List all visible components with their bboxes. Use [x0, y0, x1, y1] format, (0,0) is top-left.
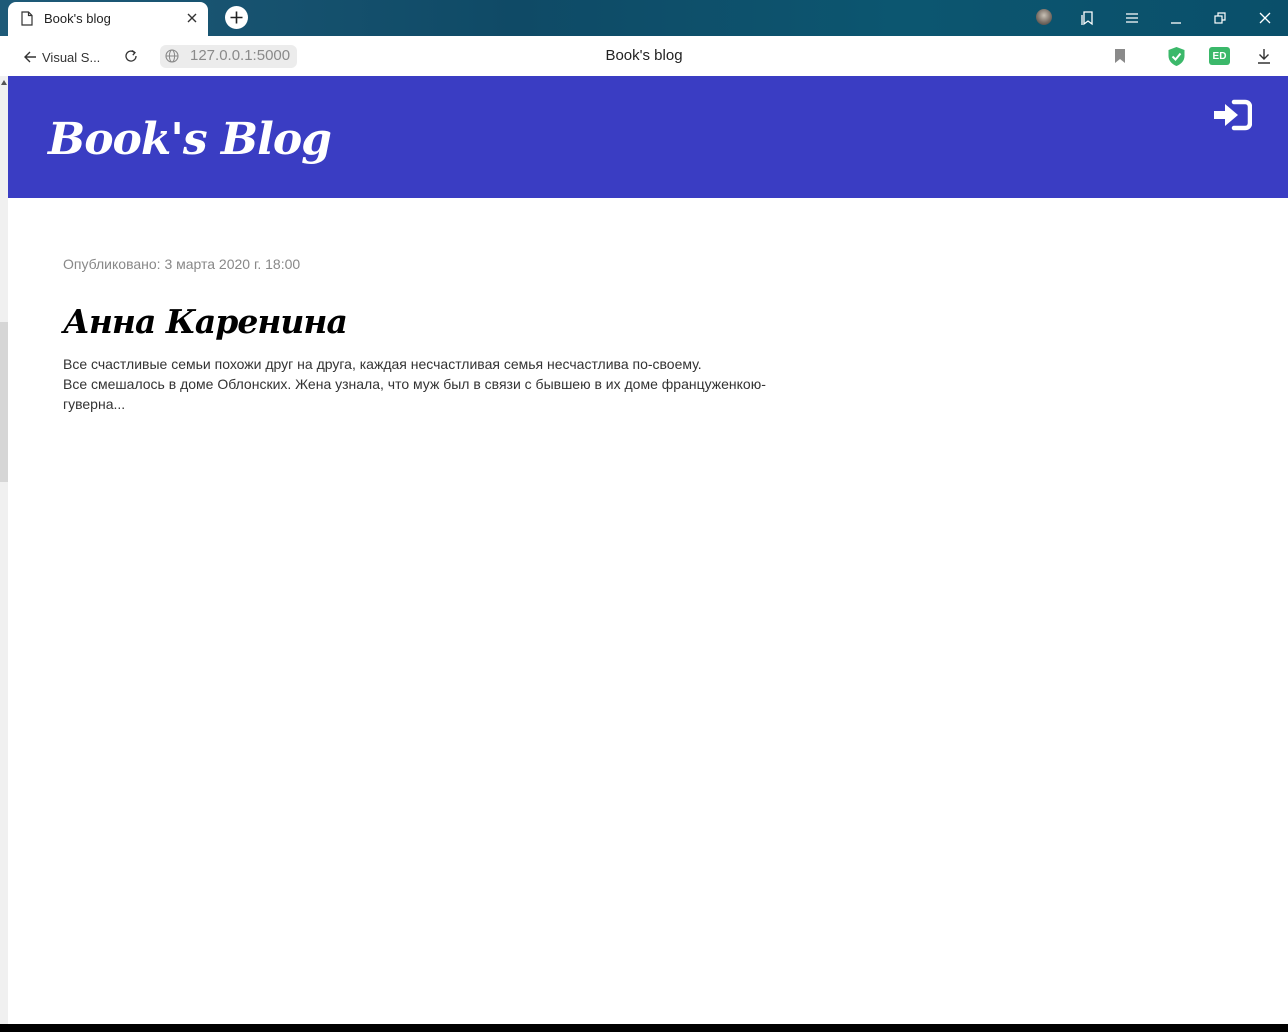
extension-badge[interactable]: ED: [1209, 47, 1230, 65]
post-date: Опубликовано: 3 марта 2020 г. 18:00: [63, 256, 301, 272]
login-icon[interactable]: [1212, 99, 1252, 131]
tab-title: Book's blog: [44, 11, 111, 26]
bookmark-icon[interactable]: [1113, 48, 1127, 64]
scrollbar-thumb[interactable]: [0, 322, 8, 482]
menu-icon[interactable]: [1123, 9, 1141, 27]
collections-icon[interactable]: [1079, 9, 1097, 27]
restore-icon[interactable]: [1211, 9, 1229, 27]
document-icon: [21, 11, 33, 26]
bottom-edge: [0, 1024, 1288, 1032]
site-logo[interactable]: Book's Blog: [48, 114, 332, 165]
active-tab[interactable]: Book's blog: [8, 2, 208, 36]
post-excerpt-line: Все смешалось в доме Облонских. Жена узн…: [63, 376, 766, 412]
post-title[interactable]: Анна Каренина: [63, 302, 348, 341]
download-icon[interactable]: [1256, 47, 1272, 65]
close-tab-icon[interactable]: [184, 10, 200, 26]
post-excerpt: Все счастливые семьи похожи друг на друг…: [63, 354, 773, 414]
post-excerpt-line: Все счастливые семьи похожи друг на друг…: [63, 356, 702, 372]
shield-icon[interactable]: [1167, 46, 1186, 67]
scroll-up-icon[interactable]: [1, 80, 7, 85]
profile-avatar[interactable]: [1036, 9, 1052, 25]
page-title-display: Book's blog: [605, 47, 683, 64]
plus-icon: [230, 11, 243, 24]
browser-titlebar: Book's blog: [0, 0, 1288, 36]
minimize-icon[interactable]: [1167, 9, 1185, 27]
close-window-icon[interactable]: [1256, 9, 1274, 27]
site-header: Book's Blog: [8, 76, 1288, 198]
side-scrollbar[interactable]: [0, 76, 8, 1024]
new-tab-button[interactable]: [225, 6, 248, 29]
